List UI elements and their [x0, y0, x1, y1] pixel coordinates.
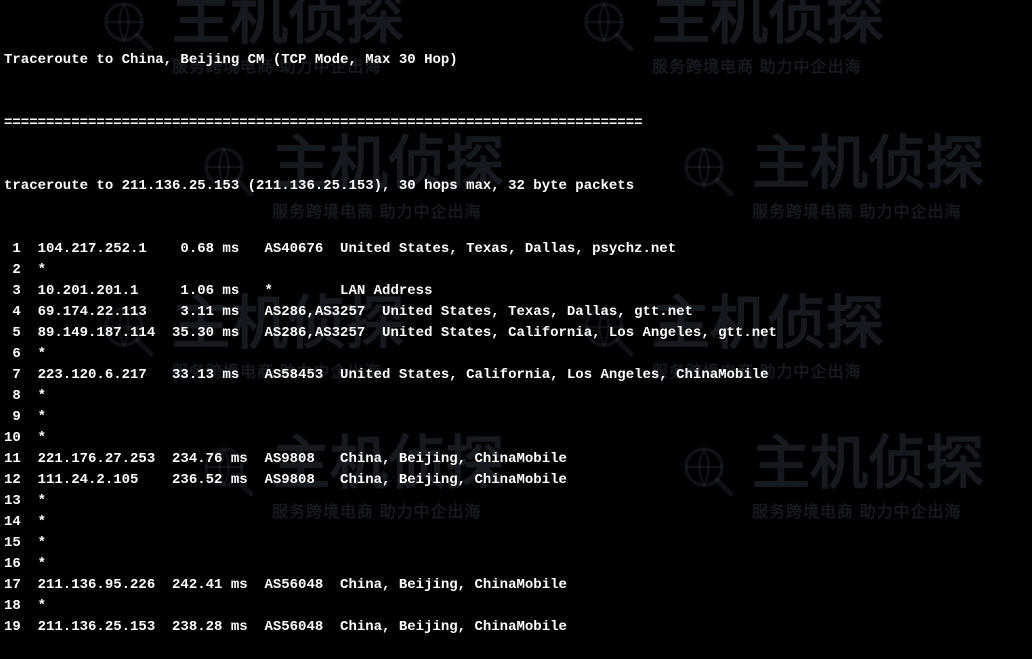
traceroute-title: Traceroute to China, Beijing CM (TCP Mod… — [4, 50, 1028, 71]
hop-row: 6 * — [4, 344, 1028, 365]
traceroute-cmdline: traceroute to 211.136.25.153 (211.136.25… — [4, 176, 1028, 197]
hop-row: 7 223.120.6.217 33.13 ms AS58453 United … — [4, 365, 1028, 386]
hop-row: 11 221.176.27.253 234.76 ms AS9808 China… — [4, 449, 1028, 470]
hop-row: 4 69.174.22.113 3.11 ms AS286,AS3257 Uni… — [4, 302, 1028, 323]
hop-row: 17 211.136.95.226 242.41 ms AS56048 Chin… — [4, 575, 1028, 596]
hop-row: 3 10.201.201.1 1.06 ms * LAN Address — [4, 281, 1028, 302]
separator-line: ========================================… — [4, 113, 1028, 134]
hop-row: 1 104.217.252.1 0.68 ms AS40676 United S… — [4, 239, 1028, 260]
hop-row: 5 89.149.187.114 35.30 ms AS286,AS3257 U… — [4, 323, 1028, 344]
hop-row: 2 * — [4, 260, 1028, 281]
hop-row: 9 * — [4, 407, 1028, 428]
hop-row: 15 * — [4, 533, 1028, 554]
hop-row: 16 * — [4, 554, 1028, 575]
hop-row: 10 * — [4, 428, 1028, 449]
hop-row: 18 * — [4, 596, 1028, 617]
hop-row: 8 * — [4, 386, 1028, 407]
hop-row: 14 * — [4, 512, 1028, 533]
hop-row: 12 111.24.2.105 236.52 ms AS9808 China, … — [4, 470, 1028, 491]
hop-row: 19 211.136.25.153 238.28 ms AS56048 Chin… — [4, 617, 1028, 638]
terminal-output[interactable]: Traceroute to China, Beijing CM (TCP Mod… — [4, 8, 1028, 659]
